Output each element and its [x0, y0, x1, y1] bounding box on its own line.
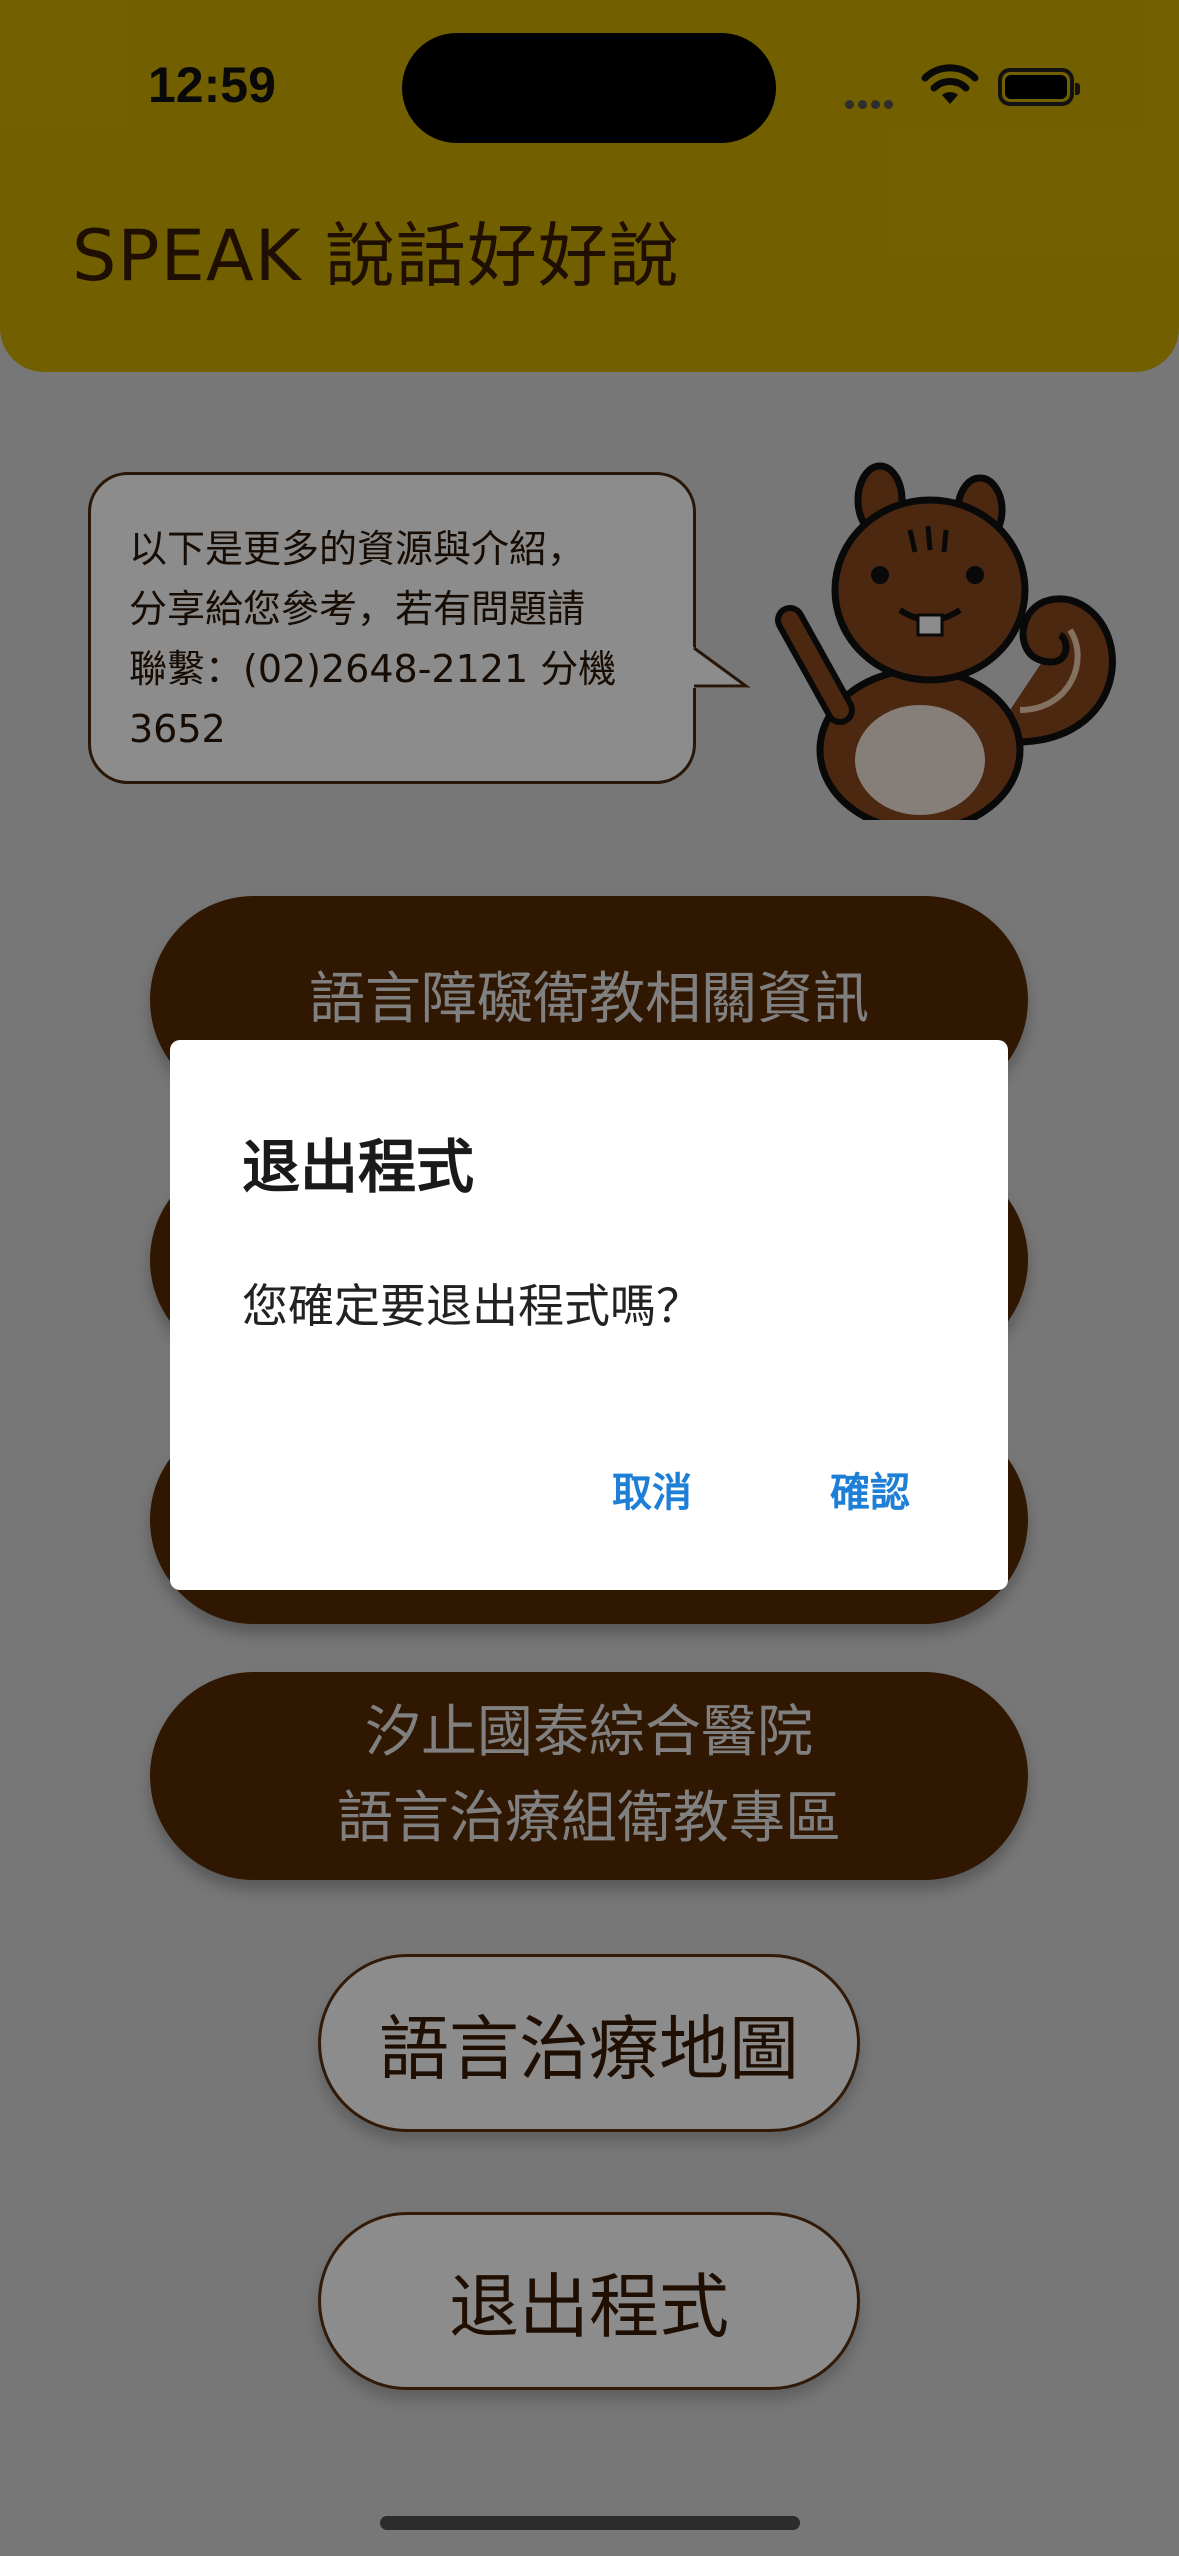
exit-confirm-dialog: 退出程式 您確定要退出程式嗎？ 取消 確認 — [170, 1040, 1008, 1590]
dialog-message: 您確定要退出程式嗎？ — [242, 1279, 702, 1333]
confirm-button[interactable]: 確認 — [796, 1450, 944, 1528]
dialog-actions: 取消 確認 — [508, 1450, 944, 1528]
cancel-button[interactable]: 取消 — [578, 1450, 726, 1528]
home-indicator[interactable] — [380, 2516, 800, 2530]
dialog-title: 退出程式 — [242, 1133, 475, 1201]
